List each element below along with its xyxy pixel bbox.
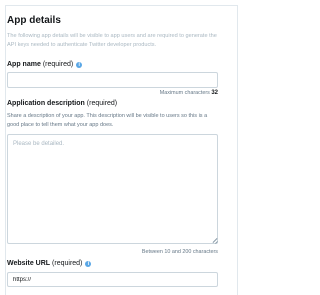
info-icon[interactable]: i (85, 260, 92, 267)
website-label: Website URL (required) i (7, 260, 92, 267)
description-label-text: Application description (7, 100, 85, 107)
section-title: App details (7, 15, 61, 26)
app-name-max-chars: 32 (211, 90, 218, 96)
description-help-text: Share a description of your app. This de… (7, 113, 208, 128)
website-url-input[interactable] (7, 272, 218, 287)
description-hint: Between 10 and 200 characters (141, 249, 218, 255)
page: App details The following app details wi… (0, 0, 300, 295)
textarea-resize-handle[interactable] (212, 237, 218, 243)
description-required: (required) (86, 100, 118, 107)
app-name-label: App name (required) i (7, 61, 83, 68)
description-textarea[interactable] (7, 134, 218, 244)
section-intro: The following app details will be visibl… (7, 33, 217, 48)
app-name-hint: Maximum characters 32 (160, 90, 218, 96)
app-name-input[interactable] (7, 72, 218, 88)
app-name-hint-text: Maximum characters (159, 90, 210, 96)
app-name-required: (required) (42, 61, 74, 68)
description-label: Application description (required) (7, 100, 117, 107)
website-label-text: Website URL (7, 260, 51, 267)
website-required: (required) (52, 260, 83, 267)
app-name-label-text: App name (7, 61, 41, 68)
info-icon[interactable]: i (76, 61, 83, 68)
